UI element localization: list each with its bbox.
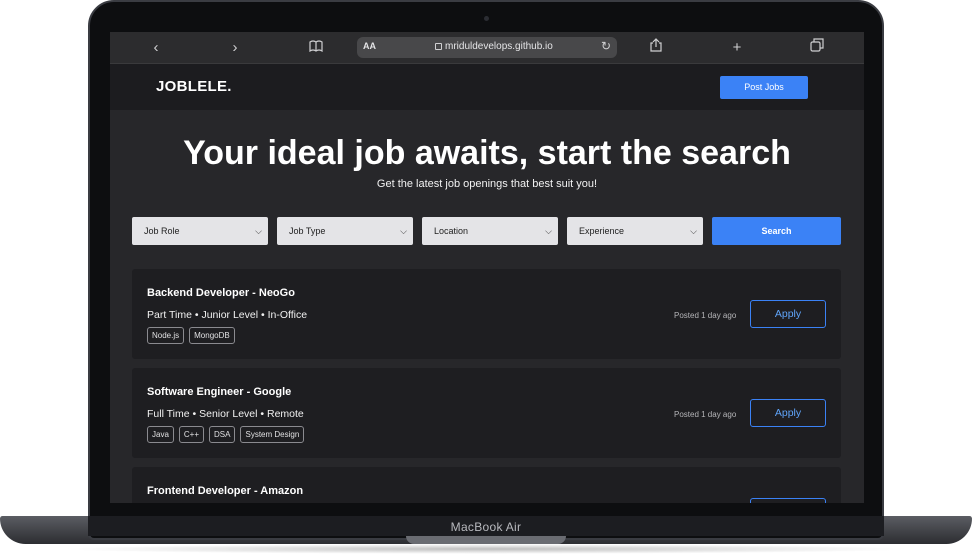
job-tags: Node.js MongoDB — [147, 327, 235, 344]
chevron-down-icon: ⌵ — [690, 226, 697, 236]
laptop-notch — [406, 536, 566, 544]
job-type-select[interactable]: Job Type ⌵ — [277, 217, 413, 245]
job-meta: Part Time • Junior Level • In-Office — [147, 309, 308, 321]
job-tags: Java C++ DSA System Design — [147, 426, 305, 443]
skill-tag: MongoDB — [189, 327, 235, 344]
job-card: Frontend Developer - Amazon — [132, 467, 841, 503]
laptop-shadow — [60, 544, 912, 554]
apply-button[interactable]: Apply — [750, 300, 826, 328]
skill-tag: Java — [147, 426, 174, 443]
device-label: MacBook Air — [450, 520, 522, 534]
apply-button[interactable] — [750, 498, 826, 503]
skill-tag: System Design — [240, 426, 305, 443]
site-navbar: JOBLELE. Post Jobs — [110, 64, 864, 110]
job-role-select[interactable]: Job Role ⌵ — [132, 217, 268, 245]
job-meta: Full Time • Senior Level • Remote — [147, 408, 304, 420]
back-icon[interactable]: ‹ — [146, 38, 166, 58]
new-tab-icon[interactable]: + — [727, 38, 747, 58]
job-type-value: Job Type — [289, 226, 326, 236]
job-role-value: Job Role — [144, 226, 180, 236]
chevron-down-icon: ⌵ — [400, 226, 407, 236]
skill-tag: DSA — [209, 426, 236, 443]
experience-value: Experience — [579, 226, 625, 236]
url-text[interactable]: mriduldevelops.github.io — [445, 41, 553, 52]
screen: ‹ › AA mriduldevelops.github.io ↻ + JOBL… — [110, 32, 864, 503]
posted-time: Posted 1 day ago — [674, 311, 737, 320]
text-size-button[interactable]: AA — [363, 41, 376, 51]
forward-icon[interactable]: › — [225, 38, 245, 58]
bookmarks-icon[interactable] — [306, 38, 326, 58]
tabs-overview-icon[interactable] — [807, 38, 827, 58]
search-button[interactable]: Search — [712, 217, 841, 245]
hero-title: Your ideal job awaits, start the search — [183, 134, 791, 172]
job-title: Frontend Developer - Amazon — [147, 485, 304, 497]
lock-icon — [435, 43, 442, 50]
posted-time: Posted 1 day ago — [674, 410, 737, 419]
chevron-down-icon: ⌵ — [255, 226, 262, 236]
hero-subtitle: Get the latest job openings that best su… — [376, 178, 598, 190]
laptop-frame: MacBook Air ‹ › AA mriduldevelops.github… — [0, 0, 972, 558]
apply-button[interactable]: Apply — [750, 399, 826, 427]
location-value: Location — [434, 226, 469, 236]
job-card: Software Engineer - Google Full Time • S… — [132, 368, 841, 458]
brand-logo[interactable]: JOBLELE. — [156, 78, 232, 95]
job-title: Backend Developer - NeoGo — [147, 287, 295, 299]
url-bar[interactable]: AA mriduldevelops.github.io ↻ — [357, 37, 617, 58]
reload-icon[interactable]: ↻ — [601, 39, 611, 53]
camera-icon — [484, 16, 489, 21]
post-jobs-button[interactable]: Post Jobs — [720, 76, 808, 99]
location-select[interactable]: Location ⌵ — [422, 217, 558, 245]
browser-toolbar: ‹ › AA mriduldevelops.github.io ↻ + — [110, 32, 864, 64]
skill-tag: C++ — [178, 426, 205, 443]
share-icon[interactable] — [646, 38, 666, 58]
chevron-down-icon: ⌵ — [545, 226, 552, 236]
experience-select[interactable]: Experience ⌵ — [567, 217, 703, 245]
job-title: Software Engineer - Google — [147, 386, 292, 398]
skill-tag: Node.js — [147, 327, 185, 344]
job-card: Backend Developer - NeoGo Part Time • Ju… — [132, 269, 841, 359]
